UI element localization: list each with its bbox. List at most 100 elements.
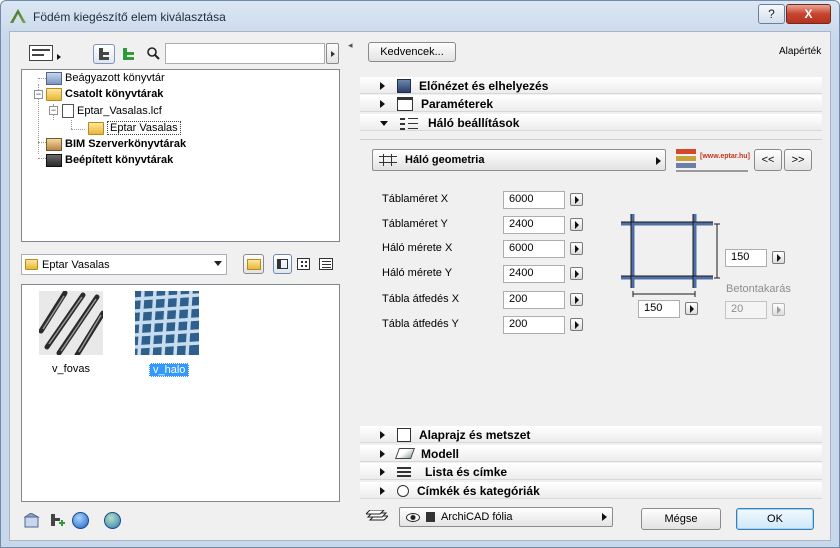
collapse-lcf-toggle[interactable]: −	[49, 106, 58, 115]
section-model[interactable]: Modell	[360, 445, 822, 462]
eptar-logo-text: [www.eptar.hu]	[700, 153, 750, 160]
section-label: Paraméterek	[421, 96, 494, 111]
expand-arrow-icon	[380, 81, 385, 90]
library-item-selected[interactable]: v_halo	[135, 291, 199, 381]
globe-icon[interactable]	[72, 512, 89, 529]
param-menu-arrow[interactable]	[570, 193, 583, 206]
view-mode-dropdown-icon[interactable]	[57, 54, 61, 60]
section-tags-categories[interactable]: Címkék és kategóriák	[360, 482, 822, 499]
layer-select[interactable]: ArchiCAD fólia	[399, 507, 613, 527]
embedded-library-icon	[46, 71, 62, 85]
mesh-geometry-menu-button[interactable]: Háló geometria	[372, 149, 666, 171]
search-go-button[interactable]	[326, 43, 339, 64]
param-input-sheet-y[interactable]: 2400	[503, 216, 565, 234]
next-button[interactable]: >>	[784, 149, 812, 171]
library-tree[interactable]: − − Beágyazott könyvtár Csatolt könyvtár…	[21, 69, 340, 242]
objects-view-icon[interactable]	[122, 47, 136, 61]
tree-item-embedded[interactable]: Beágyazott könyvtár	[46, 70, 165, 86]
library-tree-toggle[interactable]	[93, 44, 115, 64]
archicad-icon	[10, 9, 26, 23]
library-item-label: v_halo	[149, 363, 190, 377]
title-bar: Födém kiegészítő elem kiválasztása ? X	[1, 1, 839, 31]
param-menu-arrow[interactable]	[570, 218, 583, 231]
param-menu-arrow[interactable]	[685, 302, 698, 315]
section-mesh-settings[interactable]: Háló beállítások	[360, 114, 822, 131]
search-icon[interactable]	[146, 46, 160, 60]
library-item[interactable]: v_fovas	[39, 291, 103, 381]
spacing-x-input[interactable]: 150	[638, 300, 680, 318]
library-manager-button[interactable]	[23, 512, 41, 528]
dialog-client: − − Beágyazott könyvtár Csatolt könyvtár…	[9, 31, 831, 541]
ok-button[interactable]: OK	[736, 508, 814, 530]
lcf-file-icon	[62, 104, 74, 118]
favorites-button[interactable]: Kedvencek...	[368, 42, 456, 62]
tree-view-icon	[99, 48, 109, 60]
folder-select[interactable]: Eptar Vasalas	[21, 254, 227, 275]
param-menu-arrow[interactable]	[772, 303, 785, 316]
param-label-mesh-y: Háló mérete Y	[382, 267, 453, 279]
library-item-label: v_fovas	[52, 363, 90, 375]
chevron-down-icon	[214, 261, 222, 266]
dialog-window: Födém kiegészítő elem kiválasztása ? X −…	[0, 0, 840, 548]
mesh-geometry-label: Háló geometria	[405, 154, 485, 166]
param-input-sheet-x[interactable]: 6000	[503, 191, 565, 209]
tree-item-label: Beépített könyvtárak	[65, 154, 174, 166]
previous-button[interactable]: <<	[754, 149, 782, 171]
param-input-overlap-x[interactable]: 200	[503, 291, 565, 309]
add-library-button[interactable]	[49, 513, 66, 528]
chevron-right-icon	[330, 50, 335, 57]
collapse-arrow-icon	[380, 121, 388, 126]
window-title: Födém kiegészítő elem kiválasztása	[33, 10, 226, 24]
param-input-mesh-y[interactable]: 2400	[503, 265, 565, 283]
layer-stack-icon	[364, 509, 390, 524]
param-menu-arrow[interactable]	[570, 293, 583, 306]
mesh-geometry-icon	[379, 154, 397, 166]
spacing-y-input[interactable]: 150	[725, 249, 767, 267]
floor-plan-icon	[397, 427, 411, 442]
expand-arrow-icon	[380, 449, 385, 458]
section-label: Alaprajz és metszet	[419, 427, 531, 442]
tree-item-label: Beágyazott könyvtár	[65, 72, 165, 84]
close-button[interactable]: X	[786, 4, 831, 24]
concrete-cover-input[interactable]: 20	[725, 301, 767, 319]
tree-item-builtin[interactable]: Beépített könyvtárak	[46, 152, 173, 168]
param-menu-arrow[interactable]	[570, 267, 583, 280]
section-parameters[interactable]: Paraméterek	[360, 95, 822, 112]
list-view-button[interactable]	[319, 258, 333, 270]
section-preview-placement[interactable]: Előnézet és elhelyezés	[360, 77, 822, 94]
tree-item-label: Eptar Vasalas	[107, 121, 181, 135]
section-floor-plan[interactable]: Alaprajz és metszet	[360, 426, 822, 443]
param-input-overlap-y[interactable]: 200	[503, 316, 565, 334]
view-mode-icon[interactable]	[29, 45, 53, 61]
object-preview-area[interactable]: v_fovas v_halo	[21, 284, 340, 502]
param-menu-arrow[interactable]	[570, 242, 583, 255]
param-input-mesh-x[interactable]: 6000	[503, 240, 565, 258]
folder-up-button[interactable]	[243, 254, 264, 274]
folder-up-icon	[246, 258, 261, 270]
param-menu-arrow[interactable]	[570, 318, 583, 331]
help-button[interactable]: ?	[758, 4, 785, 24]
section-label: Előnézet és elhelyezés	[419, 78, 549, 93]
small-icons-view-button[interactable]	[297, 258, 310, 270]
tree-item-bim-server[interactable]: BIM Szerverkönyvtárak	[46, 136, 186, 152]
collapse-linked-toggle[interactable]: −	[34, 90, 43, 99]
search-input[interactable]	[165, 43, 325, 64]
tree-item-linked[interactable]: Csatolt könyvtárak	[46, 86, 163, 102]
web-globe-icon[interactable]	[104, 512, 121, 529]
concrete-cover-label: Betontakarás	[726, 283, 791, 295]
bim-server-icon	[46, 137, 62, 151]
section-label: Háló beállítások	[428, 115, 520, 130]
preview-placement-icon	[397, 78, 411, 93]
tree-item-eptar-vasalas[interactable]: Eptar Vasalas	[88, 120, 181, 136]
large-icons-view-button[interactable]	[273, 254, 292, 274]
builtin-library-icon	[46, 153, 62, 167]
param-menu-arrow[interactable]	[772, 251, 785, 264]
rebar-thumbnail	[39, 291, 103, 355]
folder-icon	[25, 259, 38, 270]
section-list-label[interactable]: Lista és címke	[360, 463, 822, 480]
section-label: Címkék és kategóriák	[417, 483, 540, 498]
large-icons-icon	[277, 259, 288, 269]
cancel-button[interactable]: Mégse	[641, 508, 721, 530]
splitter-handle[interactable]: ◂	[348, 40, 356, 52]
tree-item-lcf[interactable]: Eptar_Vasalas.lcf	[62, 103, 162, 119]
